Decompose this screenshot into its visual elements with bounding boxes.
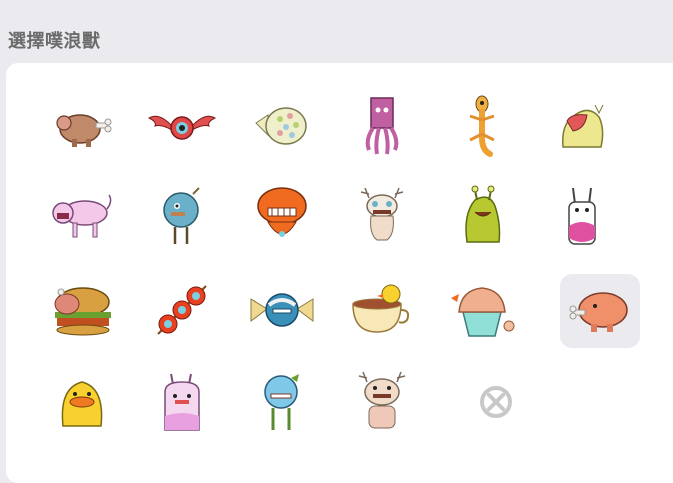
winged-eye-icon (147, 115, 217, 140)
antler-creature-icon (360, 187, 404, 241)
monster-picker-panel (6, 63, 673, 483)
option-dotted-fish[interactable] (242, 89, 322, 163)
option-pink-cat[interactable] (42, 179, 122, 253)
dialog-title: 選擇噗浪獸 (8, 31, 101, 52)
pink-pig-icon (569, 292, 628, 332)
option-gecko[interactable] (442, 89, 522, 163)
option-candy-creature[interactable] (242, 273, 322, 347)
option-pink-pig[interactable] (560, 274, 640, 348)
blue-ball-icon (264, 374, 299, 430)
teacup-duck-icon (352, 284, 410, 333)
option-white-bunny[interactable] (542, 179, 622, 253)
option-red-eye-skewer[interactable] (142, 273, 222, 347)
blue-fluffy-bird-icon (163, 187, 200, 244)
yellow-bird-mask-icon (562, 104, 604, 148)
pink-squid-icon (365, 97, 399, 155)
cupcake-icon (451, 287, 515, 337)
option-none[interactable] (456, 365, 536, 439)
white-bunny-icon (568, 187, 596, 245)
pink-ghost-bunny-icon (164, 373, 200, 431)
option-yellow-bird-mask[interactable] (542, 89, 622, 163)
option-turkey-burger[interactable] (42, 273, 122, 347)
option-pink-ghost-bunny[interactable] (142, 365, 222, 439)
dotted-fish-icon (255, 107, 307, 145)
option-cupcake[interactable] (442, 273, 522, 347)
orange-robot-icon (257, 187, 307, 237)
no-selection-icon (480, 386, 512, 418)
pink-cat-icon (52, 194, 112, 238)
meat-pig-icon (56, 114, 112, 147)
red-eye-skewer-icon (157, 285, 207, 335)
option-orange-robot[interactable] (242, 179, 322, 253)
option-blue-ball[interactable] (242, 365, 322, 439)
option-meat-pig[interactable] (42, 89, 122, 163)
option-yellow-duck[interactable] (42, 365, 122, 439)
green-slug-icon (465, 185, 501, 243)
yellow-duck-icon (61, 381, 103, 427)
option-blue-fluffy-bird[interactable] (142, 179, 222, 253)
option-pink-squid[interactable] (342, 89, 422, 163)
gecko-icon (469, 95, 495, 157)
option-green-slug[interactable] (442, 179, 522, 253)
option-winged-eye[interactable] (142, 89, 222, 163)
candy-creature-icon (250, 293, 314, 327)
option-teacup-duck[interactable] (342, 273, 422, 347)
option-antler-creature[interactable] (342, 179, 422, 253)
antler-bear-icon (358, 371, 406, 429)
option-antler-bear[interactable] (342, 365, 422, 439)
turkey-burger-icon (54, 287, 111, 336)
